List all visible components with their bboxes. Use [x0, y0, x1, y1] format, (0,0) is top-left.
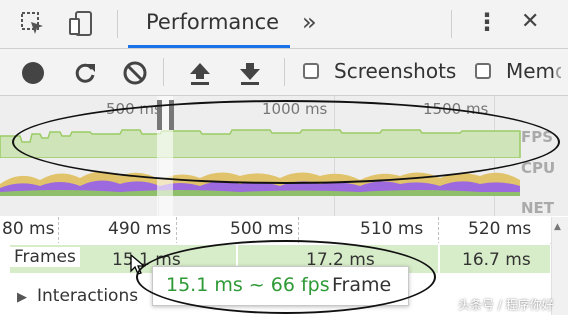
annotation-ellipse-fps [12, 100, 560, 184]
timeline-tick: 80 ms [2, 219, 55, 239]
frames-track-label[interactable]: Frames [10, 247, 80, 267]
more-tabs-button[interactable]: » [302, 8, 317, 36]
scrollbar-up-arrow[interactable]: ▲ [554, 222, 561, 232]
load-profile-icon[interactable] [188, 60, 212, 86]
toolbar-separator-1 [163, 58, 164, 86]
tab-separator [117, 10, 118, 38]
customize-menu-icon[interactable]: ⋮ [475, 8, 499, 36]
annotation-ellipse-tooltip [136, 240, 436, 314]
timeline-tick: 500 ms [230, 219, 294, 239]
memory-label-fade: ory [555, 59, 561, 83]
screenshots-checkbox[interactable] [303, 63, 319, 79]
watermark-text: 头条号 / 程序你好 [458, 298, 554, 312]
save-profile-icon[interactable] [238, 60, 262, 86]
memory-checkbox[interactable] [475, 63, 491, 79]
device-toolbar-icon[interactable] [67, 10, 95, 38]
tab-separator-2 [451, 10, 452, 38]
net-lane-label: NET [521, 199, 555, 216]
memory-label-text: Mem [506, 59, 556, 83]
interactions-track-label[interactable]: Interactions [37, 286, 138, 306]
timeline-tick: 520 ms [468, 219, 532, 239]
record-icon[interactable] [22, 62, 44, 84]
screenshots-label: Screenshots [334, 59, 457, 83]
timeline-tick: 490 ms [108, 219, 172, 239]
active-tab-indicator [128, 45, 290, 48]
toolbar-separator-2 [284, 58, 285, 86]
tab-performance[interactable]: Performance [146, 10, 279, 34]
frame-duration: 16.7 ms [462, 250, 531, 270]
interactions-expand-icon[interactable]: ▶ [17, 290, 27, 305]
inspect-element-icon[interactable] [20, 11, 46, 37]
timeline-tick: 510 ms [360, 219, 424, 239]
reload-record-icon[interactable] [72, 60, 98, 86]
clear-icon[interactable] [122, 60, 148, 86]
close-icon[interactable]: ✕ [521, 9, 539, 34]
memory-label: Memory [506, 59, 561, 83]
